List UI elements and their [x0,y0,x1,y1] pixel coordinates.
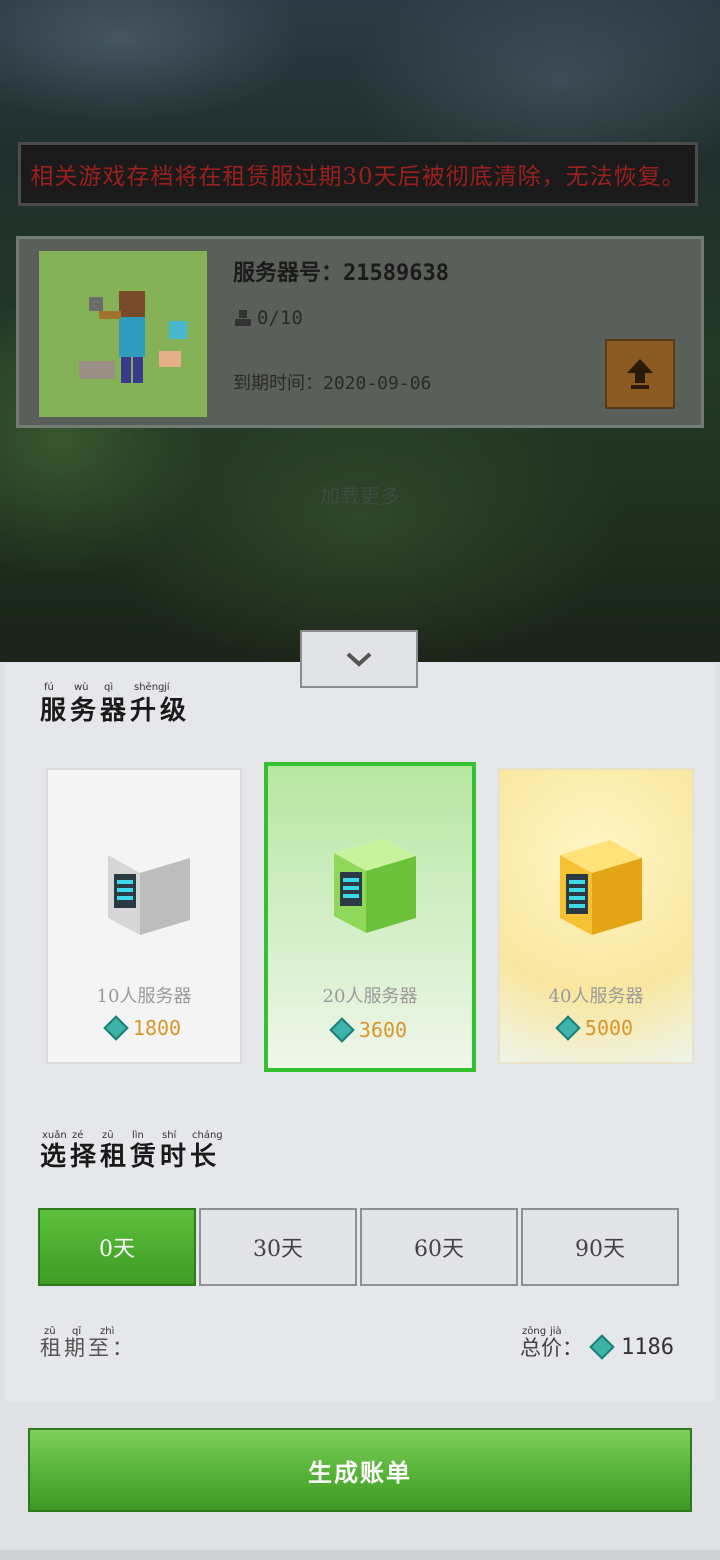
duration-label: 30天 [253,1237,303,1262]
tier-price: 5000 [500,1015,692,1041]
tier-name: 10人服务器 [96,986,192,1007]
tier-name: 20人服务器 [322,986,418,1007]
server-cube-icon [108,840,190,935]
total-label: 总价： [520,1336,583,1360]
bottom-bar [0,1550,720,1560]
duration-section-title: 选择租赁时长 [40,1142,221,1172]
tier-card-20[interactable]: 20人服务器 3600 [264,762,476,1072]
total-price: 总价： 1186 [520,1332,674,1362]
diamond-icon [589,1334,615,1360]
duration-option-90[interactable]: 90天 [521,1208,679,1286]
duration-label: 90天 [575,1237,625,1262]
expire-date: 到期时间：2020-09-06 [233,373,432,394]
generate-bill-button[interactable]: 生成账单 [28,1428,692,1512]
arrow-up-icon [627,359,653,389]
duration-option-60[interactable]: 60天 [360,1208,518,1286]
server-thumbnail [39,251,207,417]
duration-label: 60天 [414,1237,464,1262]
tier-price-value: 1800 [132,1016,182,1040]
upgrade-section-title: 服务器升级 [40,696,191,726]
tier-card-40[interactable]: 40人服务器 5000 [498,768,694,1064]
upgrade-button[interactable] [605,339,675,409]
duration-option-30[interactable]: 30天 [199,1208,357,1286]
diamond-icon [329,1017,355,1043]
tier-price: 3600 [268,1017,472,1043]
server-number: 服务器号：21589638 [233,261,449,286]
duration-option-0[interactable]: 0天 [38,1208,196,1286]
tier-price-value: 3600 [358,1018,408,1042]
duration-options: 0天 30天 60天 90天 [38,1208,682,1288]
server-cube-icon [334,838,416,933]
diamond-icon [555,1015,581,1041]
tier-price: 1800 [48,1015,240,1041]
tier-price-value: 5000 [584,1016,634,1040]
players-icon [235,310,251,326]
tier-name: 40人服务器 [548,986,644,1007]
collapse-panel-button[interactable] [300,630,418,688]
total-value: 1186 [621,1334,674,1360]
player-count: 0/10 [233,307,303,329]
warning-banner: 相关游戏存档将在租赁服过期30天后被彻底清除，无法恢复。 [18,142,698,206]
duration-label: 0天 [99,1237,135,1262]
tier-card-10[interactable]: 10人服务器 1800 [46,768,242,1064]
server-card[interactable]: 服务器号：21589638 0/10 到期时间：2020-09-06 [16,236,704,428]
load-more-link[interactable]: 加载更多 [0,480,720,509]
player-count-text: 0/10 [257,307,303,329]
warning-text: 相关游戏存档将在租赁服过期30天后被彻底清除，无法恢复。 [30,164,686,190]
diamond-icon [103,1015,129,1041]
server-cube-icon [560,840,642,935]
lease-until-label: 租期至： [40,1336,136,1360]
chevron-down-icon [346,652,372,667]
